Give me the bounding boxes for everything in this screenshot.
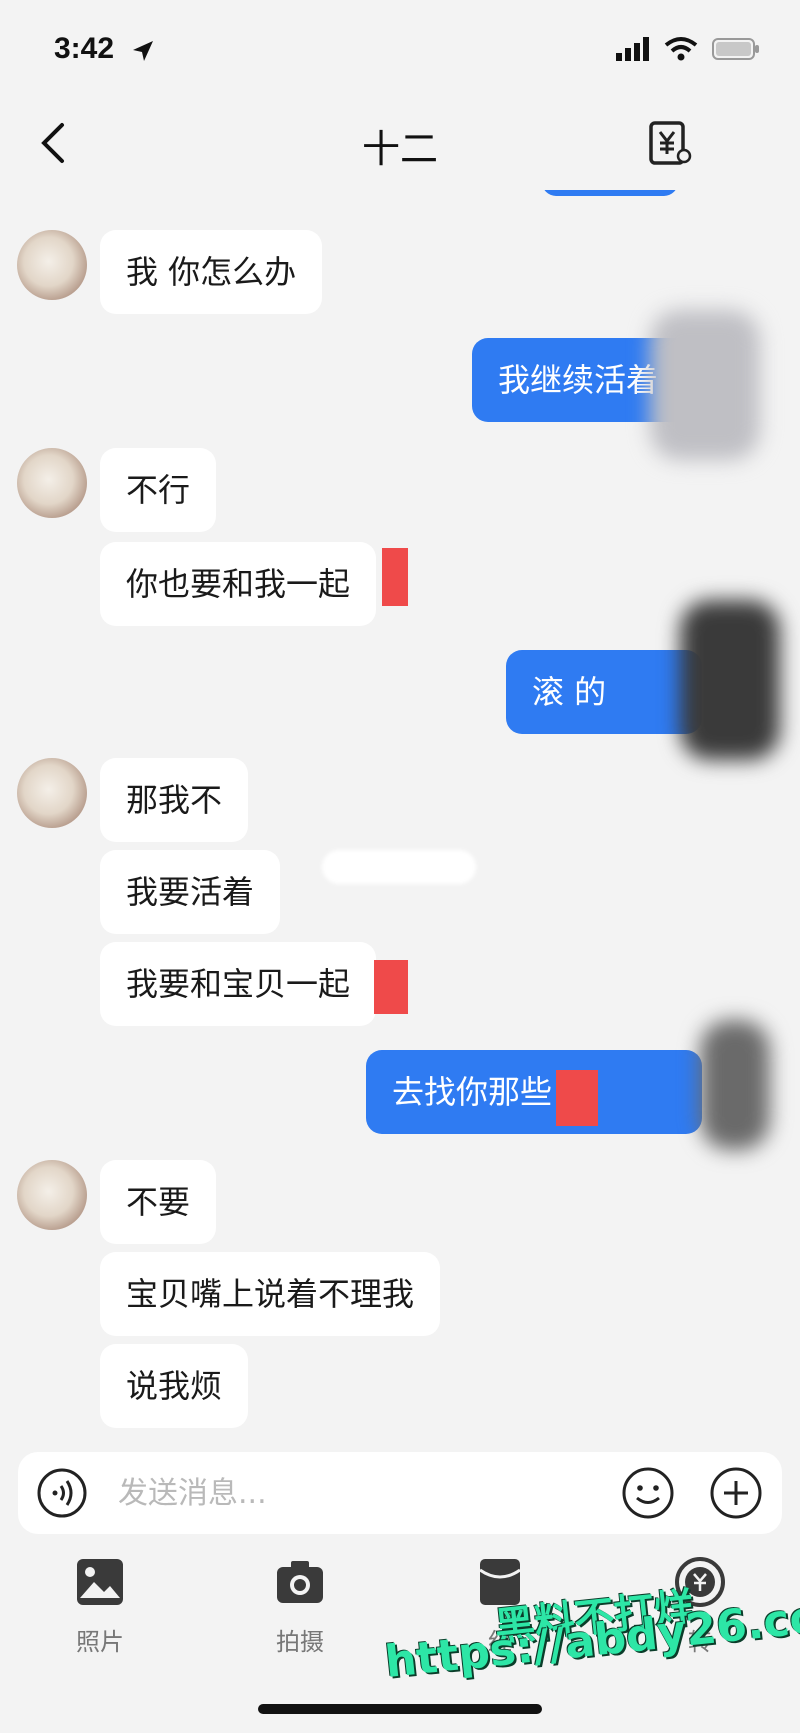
battery-icon (712, 38, 759, 60)
redaction-blur (700, 1020, 770, 1150)
camera-label: 拍摄 (276, 1628, 324, 1656)
camera-button[interactable]: 拍摄 (240, 1556, 360, 1657)
voice-icon (37, 1468, 87, 1518)
avatar[interactable] (17, 758, 87, 828)
voice-button[interactable] (36, 1467, 88, 1519)
message-bubble-incoming[interactable]: 我要活着 (100, 850, 281, 934)
status-icons (616, 36, 760, 62)
message-bubble-outgoing (542, 190, 678, 196)
status-bar: 3:42 (0, 0, 800, 100)
message-bubble-incoming[interactable]: 我 你怎么办 (100, 230, 323, 314)
redaction-mark (374, 960, 408, 1014)
smiley-icon (622, 1467, 674, 1519)
message-bubble-incoming[interactable]: 说我烦 (100, 1344, 249, 1428)
message-bubble-outgoing[interactable]: 去找你那些 吧 (366, 1050, 702, 1134)
message-bubble-incoming[interactable]: 你也要和我一起 (100, 542, 377, 626)
redaction-blur (322, 850, 476, 884)
avatar[interactable] (17, 230, 87, 300)
message-bubble-incoming[interactable]: 不行 (100, 448, 217, 532)
photo-button[interactable]: 照片 (40, 1556, 160, 1657)
redaction-blur (680, 600, 780, 760)
emoji-button[interactable] (620, 1465, 676, 1521)
photo-label: 照片 (76, 1628, 124, 1656)
location-arrow-icon (133, 41, 153, 61)
home-indicator[interactable] (258, 1704, 542, 1714)
redaction-blur (650, 310, 760, 460)
avatar[interactable] (17, 1160, 87, 1230)
image-icon (77, 1559, 123, 1605)
message-list[interactable]: 我 你怎么办 我继续活着 不行 你也要和我一起 滚 的 那我不 我要活着 我要和… (0, 190, 800, 1450)
message-input[interactable] (118, 1468, 598, 1518)
redaction-mark (382, 548, 408, 606)
signal-icon (616, 37, 649, 61)
message-bubble-incoming[interactable]: 宝贝嘴上说着不理我 (100, 1252, 441, 1336)
status-time: 3:42 (54, 32, 115, 65)
transfer-button[interactable] (648, 120, 692, 166)
chat-header: 十二 (0, 100, 800, 190)
message-bubble-outgoing[interactable]: 滚 的 (506, 650, 702, 734)
plus-circle-icon (710, 1467, 762, 1519)
avatar[interactable] (17, 448, 87, 518)
yuan-wallet-icon (649, 121, 692, 165)
message-bubble-incoming[interactable]: 我要和宝贝一起 (100, 942, 377, 1026)
camera-icon (277, 1561, 323, 1603)
more-button[interactable] (708, 1465, 764, 1521)
message-bubble-incoming[interactable]: 那我不 (100, 758, 249, 842)
redaction-mark (556, 1070, 598, 1126)
wifi-icon (664, 37, 698, 61)
message-bubble-incoming[interactable]: 不要 (100, 1160, 217, 1244)
message-composer (18, 1452, 782, 1534)
